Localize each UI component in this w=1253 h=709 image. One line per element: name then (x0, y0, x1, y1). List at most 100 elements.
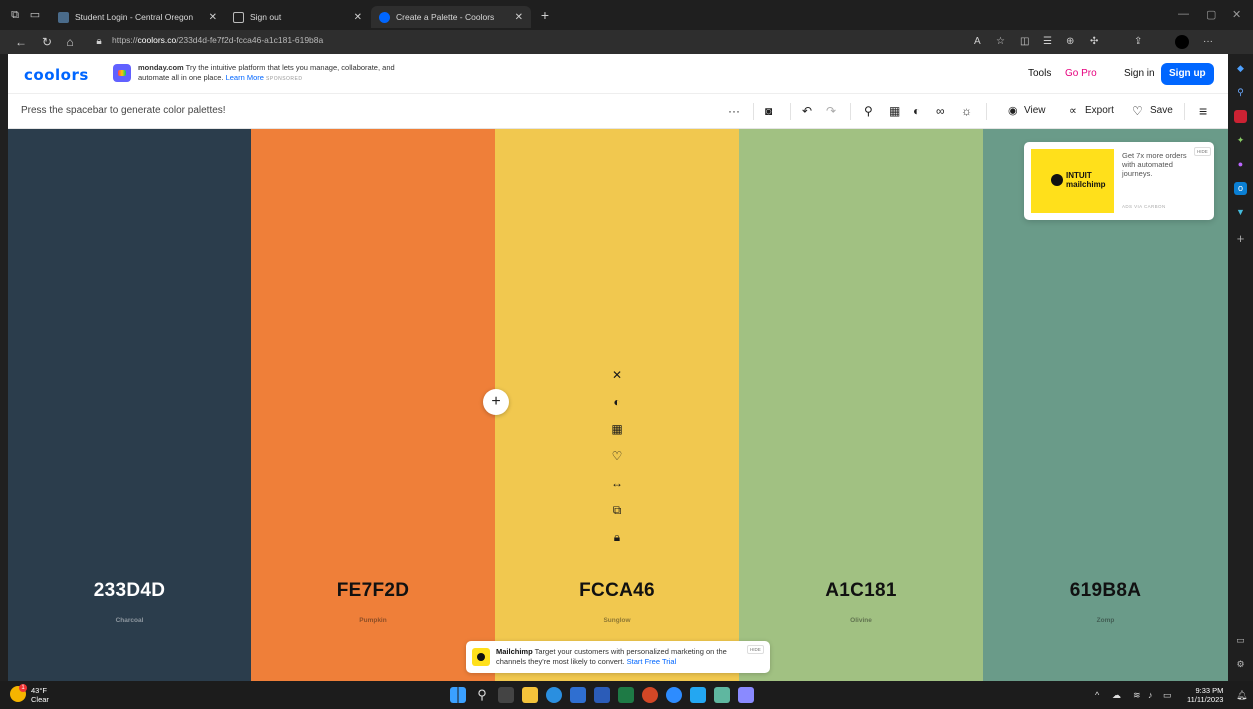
heart-icon[interactable]: ♡ (1132, 104, 1143, 118)
header-ad[interactable]: monday.com Try the intuitive platform th… (138, 63, 398, 84)
color-column-charcoal[interactable]: 233D4D Charcoal (8, 129, 251, 681)
bottom-ad-text[interactable]: Mailchimp Target your customers with per… (496, 647, 741, 666)
close-window-icon[interactable]: ✕ (1232, 8, 1241, 21)
task-view-icon[interactable] (498, 687, 514, 703)
snipping-tool-icon[interactable] (738, 687, 754, 703)
undo-icon[interactable]: ↶ (802, 104, 812, 118)
save-button[interactable]: Save (1150, 105, 1173, 116)
minimize-icon[interactable]: — (1178, 8, 1189, 20)
carbon-ad-card[interactable]: INTUIT mailchimp Get 7x more orders with … (1024, 142, 1214, 220)
adjust-palette-icon[interactable]: ⚲ (864, 104, 873, 118)
tab-student-login[interactable]: Student Login - Central Oregon ✕ (50, 6, 225, 28)
quick-view-grid-icon[interactable]: ▦ (889, 104, 900, 118)
brightness-sun-icon[interactable]: ☼ (961, 104, 972, 118)
shopping-icon[interactable] (1234, 110, 1247, 123)
home-icon[interactable]: ⌂ (63, 35, 77, 49)
show-hidden-icons-icon[interactable]: ^ (1095, 690, 1099, 700)
color-column-pumpkin[interactable]: FE7F2D Pumpkin (251, 129, 495, 681)
excel-icon[interactable] (618, 687, 634, 703)
outlook-icon[interactable]: o (1234, 182, 1247, 195)
games-icon[interactable]: ● (1234, 158, 1247, 171)
color-name[interactable]: Sunglow (495, 617, 739, 624)
zoom-icon[interactable] (666, 687, 682, 703)
url-field[interactable]: https://coolors.co/233d4d-fe7f2d-fcca46-… (112, 35, 323, 45)
tab-coolors[interactable]: Create a Palette - Coolors ✕ (371, 6, 531, 28)
new-tab-icon[interactable]: + (538, 8, 552, 22)
clock[interactable]: 9:33 PM 11/11/2023 (1187, 686, 1223, 704)
share-icon[interactable]: ⇪ (1134, 36, 1142, 47)
color-name[interactable]: Charcoal (8, 617, 251, 624)
copilot-icon[interactable]: ◆ (1234, 62, 1247, 75)
drop-icon[interactable]: ▼ (1234, 206, 1247, 219)
onedrive-cloud-icon[interactable]: ☁ (1112, 690, 1121, 701)
coolors-logo[interactable]: coolors (24, 66, 89, 84)
close-tab-icon[interactable]: ✕ (199, 12, 217, 23)
favorites-icon[interactable]: ☰ (1043, 36, 1052, 47)
workspaces-icon[interactable]: ⧉ (8, 8, 22, 22)
color-blindness-glasses-icon[interactable]: ∞ (936, 104, 945, 118)
notifications-bell-icon[interactable]: 🔔︎ (1236, 690, 1247, 701)
tools-icon[interactable]: ✦ (1234, 134, 1247, 147)
edge-browser-icon[interactable] (546, 687, 562, 703)
contrast-icon[interactable]: ◐ (913, 104, 920, 118)
color-hex-code[interactable]: A1C181 (739, 580, 983, 602)
paint-icon[interactable] (714, 687, 730, 703)
sidebar-hide-icon[interactable]: ▭ (1234, 634, 1247, 647)
lock-icon[interactable]: 🔒︎ (92, 35, 106, 49)
tab-actions-icon[interactable]: ▭ (28, 8, 42, 22)
volume-icon[interactable]: ♪ (1148, 690, 1153, 700)
vscode-icon[interactable] (690, 687, 706, 703)
hamburger-menu-icon[interactable]: ≡ (1199, 104, 1207, 118)
store-icon[interactable] (570, 687, 586, 703)
search-icon[interactable]: ⚲ (1234, 86, 1247, 99)
copy-hex-icon[interactable]: ⧉ (613, 502, 622, 519)
drag-icon[interactable]: ↔ (611, 475, 623, 492)
wifi-icon[interactable]: ≋ (1133, 690, 1141, 701)
add-sidebar-app-icon[interactable]: + (1234, 232, 1247, 245)
file-explorer-icon[interactable] (522, 687, 538, 703)
color-hex-code[interactable]: FCCA46 (495, 580, 739, 602)
color-column-sunglow[interactable]: ✕ ◐ ▦ ♡ ↔ ⧉ 🔒︎ FCCA46 Sunglow (495, 129, 739, 681)
lock-color-icon[interactable]: 🔒︎ (614, 529, 620, 546)
hide-bottom-ad-button[interactable]: HIDE (747, 645, 764, 654)
restore-icon[interactable]: ▢ (1206, 8, 1216, 21)
color-name[interactable]: Olivine (739, 617, 983, 624)
profile-avatar[interactable] (1175, 35, 1189, 49)
save-color-heart-icon[interactable]: ♡ (612, 448, 623, 465)
remove-color-icon[interactable]: ✕ (612, 367, 622, 384)
back-icon[interactable]: ← (14, 35, 28, 49)
redo-icon[interactable]: ↷ (826, 104, 836, 118)
bottom-ad-banner[interactable]: Mailchimp Target your customers with per… (466, 641, 770, 673)
start-free-trial-link[interactable]: Start Free Trial (627, 657, 677, 666)
more-options-icon[interactable]: ··· (728, 104, 740, 118)
read-aloud-icon[interactable]: A (974, 36, 981, 47)
color-name[interactable]: Zomp (983, 617, 1228, 624)
search-icon[interactable]: ⚲ (474, 687, 490, 703)
share-nodes-icon[interactable]: ∝ (1069, 104, 1077, 118)
go-pro-link[interactable]: Go Pro (1065, 68, 1097, 79)
sign-up-button[interactable]: Sign up (1161, 63, 1214, 85)
battery-icon[interactable]: ▭ (1163, 690, 1172, 701)
view-shades-grid-icon[interactable]: ▦ (611, 421, 622, 438)
more-menu-icon[interactable]: ··· (1203, 36, 1213, 47)
close-tab-icon[interactable]: ✕ (344, 12, 362, 23)
hide-ad-button[interactable]: HIDE (1194, 147, 1211, 156)
export-button[interactable]: Export (1085, 105, 1114, 116)
refresh-icon[interactable]: ↻ (40, 35, 54, 49)
extensions-icon[interactable]: ✣ (1090, 36, 1098, 47)
color-column-olivine[interactable]: A1C181 Olivine (739, 129, 983, 681)
eye-icon[interactable]: ◉ (1008, 104, 1018, 118)
color-hex-code[interactable]: FE7F2D (251, 580, 495, 602)
shades-icon[interactable]: ◐ (613, 394, 620, 411)
collections-icon[interactable]: ⊕ (1066, 36, 1074, 47)
split-screen-icon[interactable]: ◫ (1020, 36, 1029, 47)
learn-more-link[interactable]: Learn More (226, 73, 264, 82)
add-color-button[interactable]: + (483, 389, 509, 415)
ads-via-carbon[interactable]: ADS VIA CARBON (1122, 204, 1166, 209)
monday-logo-icon[interactable] (113, 64, 131, 82)
tools-menu[interactable]: Tools (1028, 68, 1051, 79)
close-tab-icon[interactable]: ✕ (505, 12, 523, 23)
word-icon[interactable] (594, 687, 610, 703)
color-hex-code[interactable]: 233D4D (8, 580, 251, 602)
favorite-star-icon[interactable]: ☆ (996, 36, 1005, 47)
